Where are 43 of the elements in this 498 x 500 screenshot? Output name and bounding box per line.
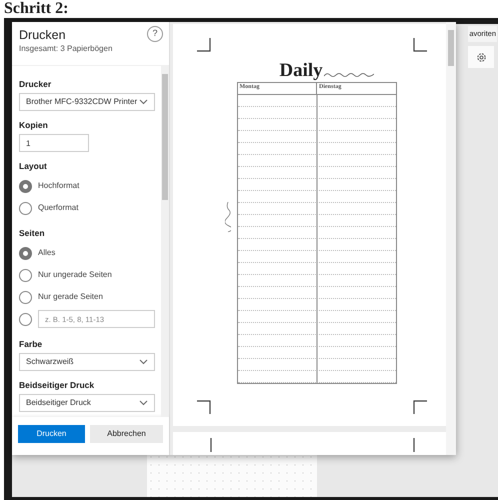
planner-title: Daily — [279, 60, 323, 82]
radio-label[interactable]: Alles — [38, 247, 56, 259]
field-label: Farbe — [19, 339, 44, 349]
radio-label[interactable]: Nur ungerade Seiten — [38, 269, 112, 281]
radio-button[interactable] — [19, 202, 32, 214]
chevron-down-icon — [139, 400, 148, 406]
radio-button[interactable] — [19, 268, 32, 282]
chevron-down-icon — [139, 99, 148, 105]
script-flourish-drawing — [324, 70, 374, 78]
field-label: Beidseitiger Druck — [19, 380, 96, 390]
scrollbar[interactable] — [161, 66, 169, 417]
radio-button[interactable] — [19, 312, 32, 326]
chevron-down-icon — [139, 359, 148, 365]
dropdown[interactable]: Schwarzweiß — [19, 353, 155, 371]
print-button[interactable]: Drucken — [18, 425, 85, 443]
radio-button[interactable] — [19, 290, 32, 304]
settings-button[interactable] — [468, 46, 494, 68]
signature-drawing — [225, 202, 231, 232]
dialog-title: Drucken — [19, 28, 66, 43]
field-label: Kopien — [19, 120, 49, 130]
scrollbar-thumb[interactable] — [448, 30, 454, 66]
radio-label[interactable]: Hochformat — [38, 180, 80, 192]
crop-mark-icon — [197, 400, 211, 414]
dropdown[interactable]: Brother MFC-9332CDW Printer — [19, 93, 155, 111]
settings-icon — [476, 52, 486, 62]
scrollbar-thumb[interactable] — [162, 74, 168, 200]
input-field[interactable]: 1 — [19, 134, 89, 152]
field-label: Seiten — [19, 228, 46, 238]
field-label: Drucker — [19, 79, 52, 89]
help-button[interactable]: ? — [147, 26, 163, 42]
crop-mark-icon — [413, 400, 427, 414]
cancel-button[interactable]: Abbrechen — [90, 425, 163, 443]
field-label: Layout — [19, 161, 48, 171]
page-heading: Schritt 2: — [3, 0, 70, 18]
scrollbar[interactable] — [446, 22, 456, 455]
dropdown[interactable]: Beidseitiger Druck — [19, 394, 155, 412]
radio-button[interactable] — [19, 246, 32, 260]
sheet-count: Insgesamt: 3 Papierbögen — [19, 43, 114, 55]
radio-label[interactable]: Nur gerade Seiten — [38, 291, 103, 303]
radio-label[interactable]: Querformat — [38, 202, 78, 214]
crop-mark-icon — [197, 38, 211, 52]
crop-mark-icon — [413, 38, 427, 52]
radio-button[interactable] — [19, 180, 32, 192]
